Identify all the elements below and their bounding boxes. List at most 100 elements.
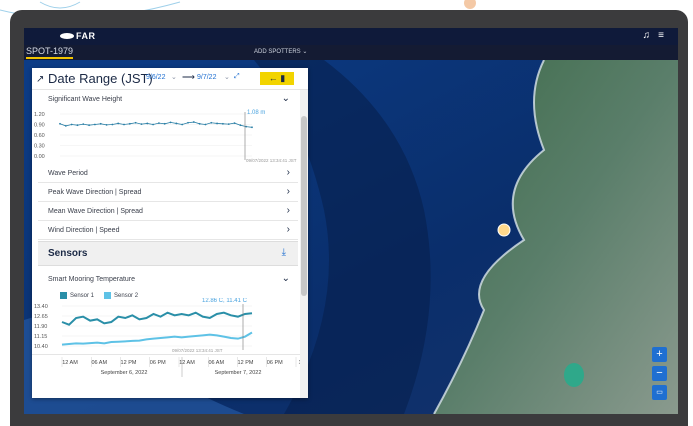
series-line-2 <box>61 331 253 346</box>
panel-title: Date Range (JST) <box>48 71 153 86</box>
data-panel: ↗ Date Range (JST) 9/6/22 ⌄ ⟶ 9/7/22 ⌄ ⤢… <box>32 68 308 398</box>
data-point <box>111 123 114 126</box>
wave-height-chart: 1.20 0.90 0.60 0.30 0.00 1.08 m 09/07/2022 13:… <box>34 110 297 163</box>
data-point <box>99 122 102 125</box>
data-point <box>216 122 218 125</box>
arrow-left-icon: ← ▮ <box>268 73 286 83</box>
scrollbar-thumb[interactable] <box>301 116 307 296</box>
data-point <box>76 124 79 127</box>
chevron-down-icon[interactable]: ⌄ <box>282 93 290 104</box>
data-point <box>239 124 242 127</box>
data-point <box>158 122 160 124</box>
data-point <box>134 121 137 124</box>
x-tick-label: 12 AM <box>62 360 78 366</box>
sensors-label: Sensors <box>48 248 88 259</box>
x-tick-label: 06 PM <box>267 360 283 366</box>
y-tick-label: 0.60 <box>34 133 45 139</box>
download-icon[interactable]: ⤓ <box>282 247 286 258</box>
metric-row-wind-direction[interactable]: Wind Direction | Speed › <box>38 221 298 240</box>
chevron-right-icon: › <box>286 186 290 197</box>
spotter-marker[interactable] <box>497 223 511 237</box>
bell-icon[interactable]: ♫ <box>643 30 651 41</box>
sensor-label: Smart Mooring Temperature <box>48 276 136 283</box>
back-button[interactable]: ← ▮ <box>260 72 294 85</box>
spotter-tab[interactable]: SPOT-1979 <box>26 46 74 59</box>
arrow-right-icon: ⟶ <box>182 72 195 82</box>
metric-label: Peak Wave Direction | Spread <box>48 189 142 196</box>
top-bar: FAR ♫ ≡ <box>24 28 678 45</box>
zoom-out-button[interactable]: − <box>652 366 667 381</box>
data-point <box>82 123 85 126</box>
sensors-section-header: Sensors ⤓ <box>38 241 298 266</box>
y-tick-label: 0.00 <box>34 154 45 160</box>
data-point <box>128 122 131 125</box>
menu-icon[interactable]: ≡ <box>658 30 664 41</box>
data-point <box>105 123 108 126</box>
data-point <box>245 125 248 128</box>
y-tick-label: 13.40 <box>34 304 48 310</box>
ruler-icon[interactable]: ▭ <box>652 385 667 400</box>
chevron-right-icon: › <box>286 224 290 235</box>
y-tick-label: 11.15 <box>34 334 47 340</box>
y-tick-label: 11.90 <box>34 324 47 330</box>
chevron-down-icon: ⌄ <box>302 49 308 55</box>
y-tick-label: 12.65 <box>34 314 48 320</box>
add-spotters-label: ADD SPOTTERS <box>254 49 301 55</box>
data-point <box>251 126 253 129</box>
temperature-chart: 13.40 12.65 11.90 11.15 10.40 12.86 C, 11.41 … <box>34 298 253 353</box>
trend-icon: ↗ <box>36 74 45 85</box>
data-point <box>198 122 201 125</box>
data-point <box>163 122 166 125</box>
metric-row-mean-wave-direction[interactable]: Mean Wave Direction | Spread › <box>38 202 298 221</box>
time-axis: 12 AM 06 AM 12 PM 06 PM 12 AM 06 AM 12 PM 06 PM… <box>32 354 308 398</box>
x-tick-label: 12 AM <box>179 360 195 366</box>
zoom-in-button[interactable]: + <box>652 347 667 362</box>
data-point <box>146 122 149 125</box>
data-point <box>59 122 61 125</box>
expand-icon[interactable]: ⤢ <box>234 73 240 81</box>
metric-label: Mean Wave Direction | Spread <box>48 208 143 215</box>
panel-header: ↗ Date Range (JST) 9/6/22 ⌄ ⟶ 9/7/22 ⌄ ⤢… <box>32 68 308 90</box>
y-tick-label: 10.40 <box>34 344 48 350</box>
data-point <box>222 122 224 125</box>
chevron-right-icon: › <box>286 205 290 216</box>
y-tick-label: 1.20 <box>34 112 45 118</box>
data-point <box>187 121 189 124</box>
date-to-input[interactable]: 9/7/22 <box>197 74 216 81</box>
data-point <box>152 123 154 126</box>
current-value-label: 12.86 C, 11.41 C <box>202 298 248 304</box>
data-point <box>70 123 73 126</box>
metric-row-wave-period[interactable]: Wave Period › <box>38 164 298 183</box>
data-point <box>175 122 178 125</box>
chevron-down-icon[interactable]: ⌄ <box>224 73 230 81</box>
logo-text: FAR <box>76 31 96 41</box>
data-point <box>210 121 213 124</box>
sub-bar: SPOT-1979 ADD SPOTTERS ⌄ <box>24 45 678 60</box>
y-tick-label: 0.90 <box>34 123 45 129</box>
data-point <box>123 123 125 126</box>
x-tick-label: 12 PM <box>121 360 137 366</box>
add-spotters-dropdown[interactable]: ADD SPOTTERS ⌄ <box>254 48 307 55</box>
date-from-input[interactable]: 9/6/22 <box>146 74 165 81</box>
logo-mark-icon <box>60 33 74 39</box>
x-date-label: September 7, 2022 <box>215 370 262 376</box>
metric-label: Wind Direction | Speed <box>48 227 120 234</box>
data-point <box>140 123 143 126</box>
chevron-right-icon: › <box>286 167 290 178</box>
metric-row-significant-wave-height[interactable]: Significant Wave Height ⌄ <box>38 90 298 106</box>
x-tick-label: 06 PM <box>150 360 166 366</box>
data-point <box>204 123 207 126</box>
metric-row-peak-wave-direction[interactable]: Peak Wave Direction | Spread › <box>38 183 298 202</box>
data-point <box>169 121 172 124</box>
data-point <box>94 123 96 126</box>
timestamp-label: 09/07/2022 13:34:41 JST <box>172 348 223 353</box>
data-point <box>227 123 230 126</box>
chevron-down-icon[interactable]: ⌄ <box>171 73 177 81</box>
chevron-down-icon[interactable]: ⌄ <box>282 273 290 284</box>
data-point <box>233 122 236 124</box>
logo: FAR <box>60 31 96 41</box>
sensor-row-smart-mooring[interactable]: Smart Mooring Temperature ⌄ <box>38 270 298 286</box>
metric-label: Wave Period <box>48 170 88 177</box>
x-date-label: September 6, 2022 <box>101 370 148 376</box>
data-point <box>192 121 195 123</box>
